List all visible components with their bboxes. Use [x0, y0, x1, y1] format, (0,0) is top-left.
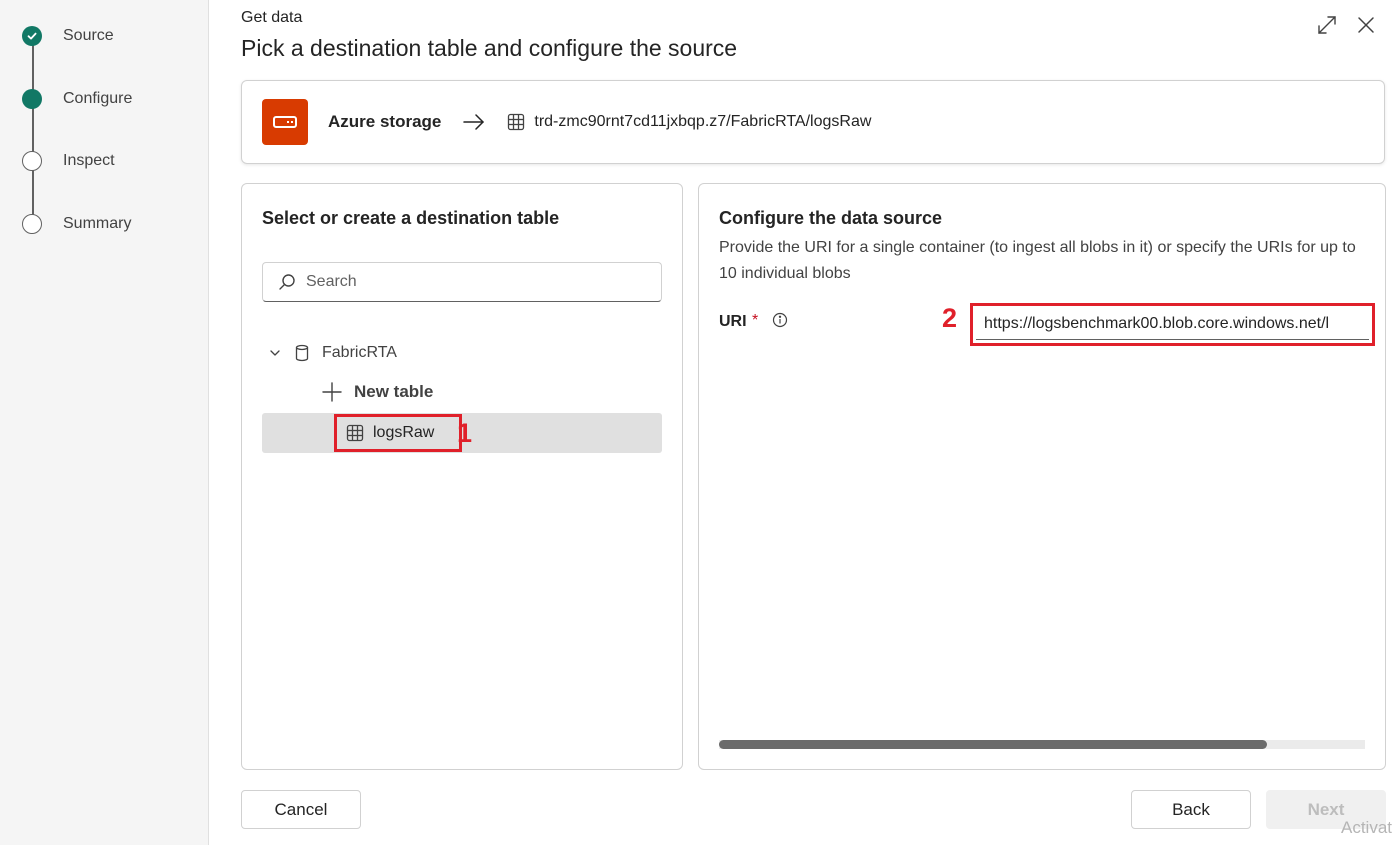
required-asterisk: * [752, 312, 759, 329]
step-source[interactable]: Source [22, 24, 114, 48]
search-box[interactable] [262, 262, 662, 302]
check-icon [22, 26, 42, 46]
table-name: logsRaw [373, 424, 435, 441]
step-label: Inspect [63, 152, 115, 169]
storage-icon [262, 99, 308, 145]
arrow-right-icon [462, 110, 486, 134]
step-inspect[interactable]: Inspect [22, 149, 115, 173]
horizontal-scrollbar[interactable] [719, 740, 1365, 749]
pending-step-dot-icon [22, 214, 42, 234]
page-title: Pick a destination table and configure t… [241, 35, 738, 61]
step-configure[interactable]: Configure [22, 87, 132, 111]
database-icon [295, 344, 309, 362]
panel-title: Configure the data source [719, 208, 943, 228]
step-label: Summary [63, 215, 132, 232]
destination-path: trd-zmc90rnt7cd11jxbqp.z7/FabricRTA/logs… [534, 113, 872, 130]
step-summary[interactable]: Summary [22, 212, 131, 236]
destination-table-panel: Select or create a destination table Fab… [241, 183, 683, 770]
new-table-label: New table [354, 382, 434, 401]
plus-icon [322, 382, 342, 402]
expand-icon[interactable] [1316, 14, 1338, 36]
highlight-box-table[interactable]: logsRaw [334, 414, 462, 452]
highlight-box-uri [970, 303, 1375, 346]
callout-number-1: 1 [457, 418, 473, 448]
step-label: Source [63, 27, 114, 44]
activation-watermark: Activat [1341, 818, 1393, 837]
database-name: FabricRTA [322, 344, 397, 361]
back-button[interactable]: Back [1131, 790, 1251, 829]
source-destination-card: Azure storage trd-zmc90rnt7cd11jxbqp.z7/… [241, 80, 1385, 164]
wizard-stepper: Source Configure Inspect Summary [0, 0, 209, 845]
table-icon [507, 113, 525, 131]
uri-label: URI [719, 313, 747, 330]
scrollbar-thumb[interactable] [719, 740, 1267, 749]
close-icon[interactable] [1355, 14, 1377, 36]
pending-step-dot-icon [22, 151, 42, 171]
stepper-rail [32, 36, 34, 224]
source-name: Azure storage [328, 112, 442, 131]
cancel-button[interactable]: Cancel [241, 790, 361, 829]
step-label: Configure [63, 90, 133, 107]
new-table-item[interactable]: New table [322, 380, 433, 404]
table-icon [346, 424, 364, 442]
configure-source-panel: Configure the data source Provide the UR… [698, 183, 1386, 770]
panel-title: Select or create a destination table [262, 208, 560, 228]
dialog-subtitle: Get data [241, 9, 303, 26]
panel-description: Provide the URI for a single container (… [719, 239, 1356, 282]
active-step-dot-icon [22, 89, 42, 109]
search-input[interactable] [304, 272, 638, 292]
tree-database-node[interactable]: FabricRTA [268, 342, 397, 364]
callout-number-2: 2 [942, 303, 958, 333]
uri-input[interactable] [976, 309, 1369, 340]
search-icon [279, 274, 295, 290]
chevron-down-icon[interactable] [268, 346, 282, 360]
info-icon[interactable] [772, 312, 788, 328]
